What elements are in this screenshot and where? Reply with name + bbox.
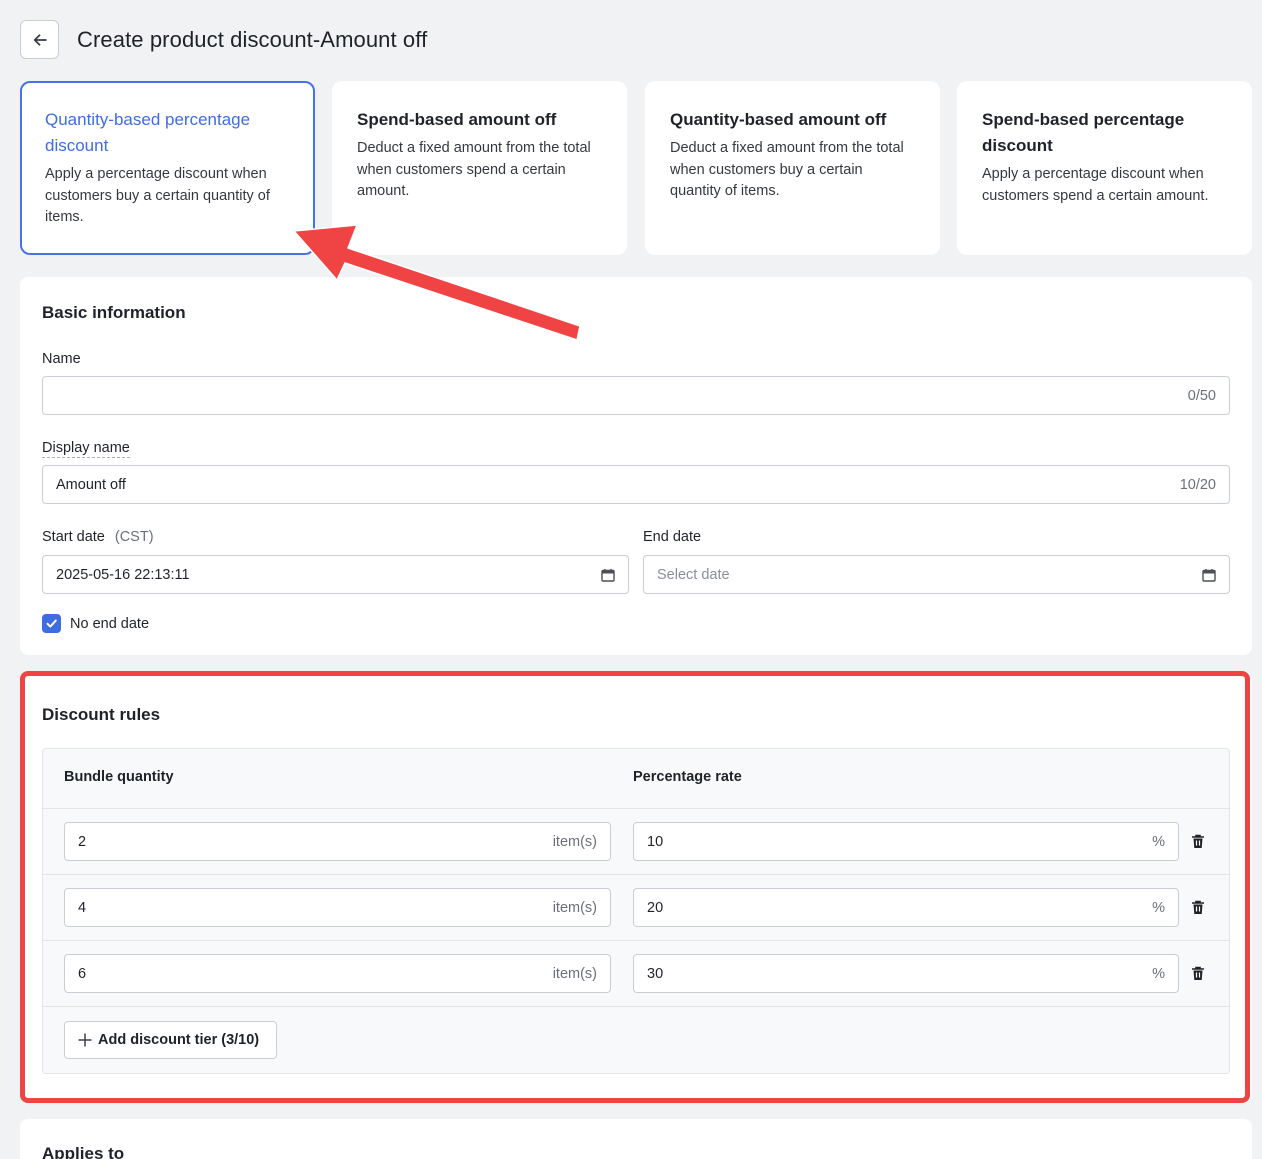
calendar-icon xyxy=(1202,568,1216,582)
no-end-date-option[interactable]: No end date xyxy=(42,614,149,633)
type-card-title: Quantity-based percentage discount xyxy=(45,110,251,155)
quantity-value: 2 xyxy=(78,833,87,850)
discount-rules-section: Discount rules Bundle quantity Percentag… xyxy=(20,671,1252,1103)
delete-tier-button[interactable] xyxy=(1188,963,1208,983)
rate-suffix: % xyxy=(1152,965,1165,982)
arrow-left-icon xyxy=(33,33,47,46)
page-title: Create product discount-Amount off xyxy=(77,26,428,52)
bundle-quantity-input[interactable]: 6 item(s) xyxy=(64,954,611,993)
section-title: Discount rules xyxy=(42,705,161,724)
start-date-value: 2025-05-16 22:13:11 xyxy=(56,566,190,583)
start-date-picker[interactable]: 2025-05-16 22:13:11 xyxy=(42,555,629,594)
quantity-suffix: item(s) xyxy=(552,965,597,982)
timezone-label: (CST) xyxy=(114,529,154,545)
type-card-desc: Deduct a fixed amount from the total whe… xyxy=(357,140,591,199)
type-card-title: Quantity-based amount off xyxy=(670,110,887,129)
start-date-label: Start date (CST) xyxy=(42,529,154,545)
type-card-title: Spend-based percentage discount xyxy=(982,110,1185,155)
column-header-bundle-quantity: Bundle quantity xyxy=(64,769,174,785)
type-card-desc: Apply a percentage discount when custome… xyxy=(982,166,1209,204)
name-label: Name xyxy=(42,351,81,367)
name-counter: 0/50 xyxy=(1187,387,1216,404)
end-date-label: End date xyxy=(643,529,702,545)
type-card-title: Spend-based amount off xyxy=(357,110,557,129)
end-date-picker[interactable]: Select date xyxy=(643,555,1230,594)
applies-to-section: Applies to xyxy=(20,1119,1252,1159)
add-discount-tier-label: Add discount tier (3/10) xyxy=(98,1032,260,1048)
back-button[interactable] xyxy=(20,20,59,59)
bundle-quantity-input[interactable]: 2 item(s) xyxy=(64,822,611,861)
plus-icon xyxy=(78,1033,92,1047)
add-discount-tier-button[interactable]: Add discount tier (3/10) xyxy=(64,1021,278,1059)
rate-value: 30 xyxy=(647,965,664,982)
quantity-suffix: item(s) xyxy=(552,899,597,916)
display-name-counter: 10/20 xyxy=(1179,476,1216,493)
discount-tiers-table: Bundle quantity Percentage rate 2 item(s… xyxy=(42,748,1230,1074)
type-card-quantity-percentage[interactable]: Quantity-based percentage discount Apply… xyxy=(20,81,315,255)
calendar-icon xyxy=(601,568,615,582)
percentage-rate-input[interactable]: 10 % xyxy=(633,822,1179,861)
type-card-quantity-amount[interactable]: Quantity-based amount off Deduct a fixed… xyxy=(645,81,940,255)
quantity-suffix: item(s) xyxy=(552,833,597,850)
end-date-placeholder: Select date xyxy=(657,566,730,583)
column-header-percentage-rate: Percentage rate xyxy=(633,769,742,785)
bundle-quantity-input[interactable]: 4 item(s) xyxy=(64,888,611,927)
no-end-date-checkbox[interactable] xyxy=(42,614,61,633)
table-row: 6 item(s) 30 % xyxy=(43,940,1229,1006)
add-tier-row: Add discount tier (3/10) xyxy=(43,1006,1229,1074)
section-title: Applies to xyxy=(42,1144,125,1159)
name-input[interactable]: 0/50 xyxy=(42,376,1230,415)
rate-value: 10 xyxy=(647,833,664,850)
display-name-label: Display name xyxy=(42,440,130,458)
type-card-spend-percentage[interactable]: Spend-based percentage discount Apply a … xyxy=(957,81,1252,255)
trash-icon xyxy=(1192,900,1204,914)
type-card-desc: Deduct a fixed amount from the total whe… xyxy=(670,140,904,199)
display-name-input[interactable]: Amount off 10/20 xyxy=(42,465,1230,504)
display-name-label-text: Display name xyxy=(42,440,130,458)
percentage-rate-input[interactable]: 30 % xyxy=(633,954,1179,993)
type-card-spend-amount[interactable]: Spend-based amount off Deduct a fixed am… xyxy=(332,81,627,255)
delete-tier-button[interactable] xyxy=(1188,831,1208,851)
section-title: Basic information xyxy=(42,303,186,322)
basic-information-section: Basic information Name 0/50 Display name… xyxy=(20,277,1252,655)
delete-tier-button[interactable] xyxy=(1188,897,1208,917)
trash-icon xyxy=(1192,834,1204,848)
trash-icon xyxy=(1192,966,1204,980)
page-header: Create product discount-Amount off xyxy=(20,20,427,59)
quantity-value: 4 xyxy=(78,899,87,916)
percentage-rate-input[interactable]: 20 % xyxy=(633,888,1179,927)
no-end-date-label: No end date xyxy=(70,615,150,632)
table-row: 2 item(s) 10 % xyxy=(43,808,1229,874)
type-card-desc: Apply a percentage discount when custome… xyxy=(45,166,270,225)
display-name-value: Amount off xyxy=(56,476,126,493)
table-row: 4 item(s) 20 % xyxy=(43,874,1229,940)
rate-suffix: % xyxy=(1152,833,1165,850)
rate-value: 20 xyxy=(647,899,664,916)
rate-suffix: % xyxy=(1152,899,1165,916)
quantity-value: 6 xyxy=(78,965,87,982)
checkmark-icon xyxy=(46,619,57,628)
start-date-label-text: Start date xyxy=(42,529,105,545)
